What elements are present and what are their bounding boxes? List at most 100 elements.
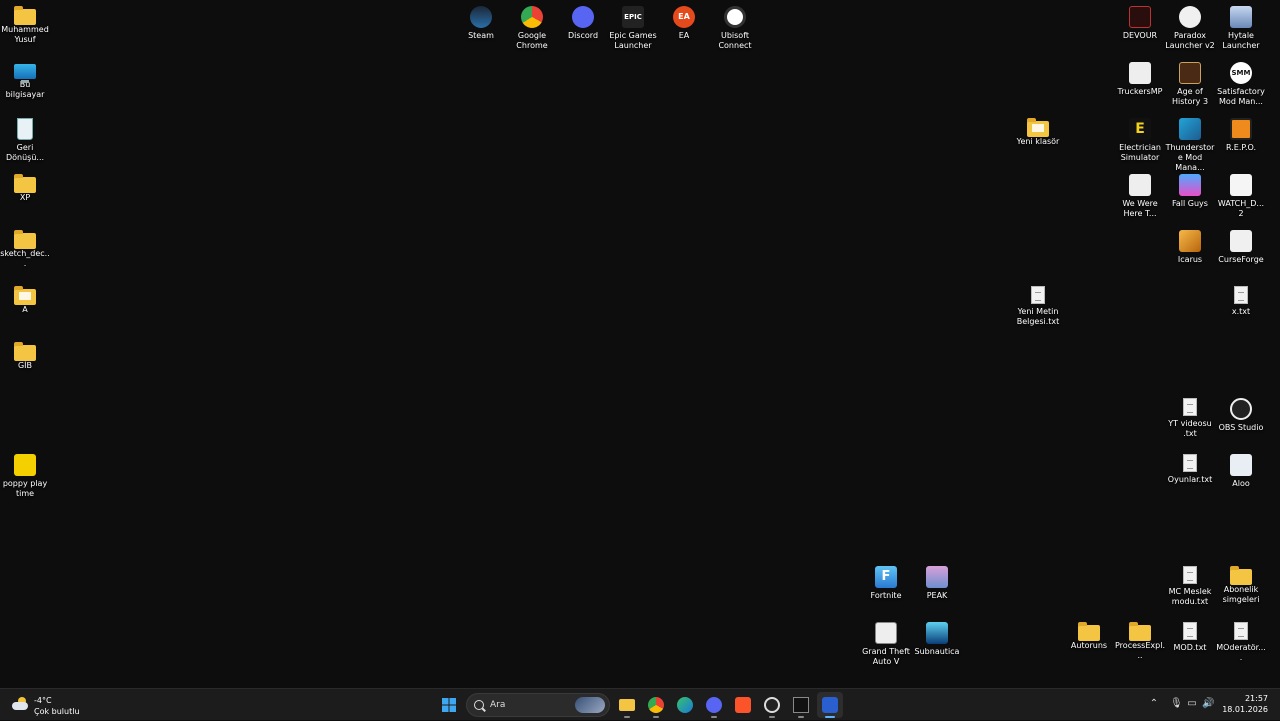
text-file-icon [1183,622,1197,640]
desktop-icon-fall-guys[interactable]: Fall Guys [1165,174,1215,209]
ea-icon: EA [673,6,695,28]
thunderstore-icon [1179,118,1201,140]
desktop-icon-yt-videosu[interactable]: YT videosu .txt [1165,398,1215,439]
desktop-icon-moderator[interactable]: MOderatör.... [1216,622,1266,663]
desktop-icon-sketch[interactable]: sketch_dec... [0,230,50,269]
desktop-icon-devour[interactable]: DEVOUR [1115,6,1165,41]
fall-guys-icon [1179,174,1201,196]
computer-icon [14,64,36,83]
desktop-icon-watch-dogs[interactable]: WATCH_D... 2 [1216,174,1266,219]
desktop-icon-icarus[interactable]: Icarus [1165,230,1215,265]
desktop-icon-subnautica[interactable]: Subnautica [912,622,962,657]
discord-icon [706,697,722,713]
obs-icon [764,697,780,713]
aloo-icon [1230,454,1252,476]
desktop-icon-peak[interactable]: PEAK [912,566,962,601]
system-tray: ⌃ 🎙 ▭ 🔊 21:57 18.01.2026 [1140,689,1280,721]
clock[interactable]: 21:57 18.01.2026 [1222,693,1268,715]
desktop-icon-autoruns[interactable]: Autoruns [1064,622,1114,651]
desktop-icon-age-of-history[interactable]: Age of History 3 [1165,62,1215,107]
desktop-icon-a[interactable]: A [0,286,50,315]
desktop-icon-poppy-playtime[interactable]: poppy play time [0,454,50,499]
text-file-icon [1183,398,1197,416]
desktop-icon-processexpl[interactable]: ProcessExpl... [1115,622,1165,661]
steam-icon [470,6,492,28]
search-placeholder: Ara [490,700,506,710]
desktop-icon-repo[interactable]: R.E.P.O. [1216,118,1266,153]
desktop-icon-discord[interactable]: Discord [558,6,608,41]
desktop-icon-bu-bilgisayar[interactable]: Bu bilgisayar [0,62,50,100]
curseforge-icon [1230,230,1252,252]
desktop-icon-x-txt[interactable]: x.txt [1216,286,1266,317]
satisfactory-mod-icon: SMM [1230,62,1252,84]
desktop-icon-steam[interactable]: Steam [456,6,506,41]
text-file-icon [1234,286,1248,304]
desktop-icon-paradox[interactable]: Paradox Launcher v2 [1165,6,1215,51]
desktop-icon-fortnite[interactable]: F Fortnite [861,566,911,601]
desktop-icon-we-were-here[interactable]: We Were Here T... [1115,174,1165,219]
search-box[interactable]: Ara [466,693,610,717]
file-explorer-icon [619,699,635,711]
desktop-icon-yeni-klasor[interactable]: Yeni klasör [1013,118,1063,147]
epic-icon [793,697,809,713]
desktop-icon-chrome[interactable]: Google Chrome [507,6,557,51]
desktop-icon-mod-txt[interactable]: MOD.txt [1165,622,1215,653]
desktop-icon-satisfactory-mod[interactable]: SMM Satisfactory Mod Man... [1216,62,1266,107]
chrome-icon [521,6,543,28]
weather-temp: -4°C [34,696,52,705]
desktop-icon-yeni-metin[interactable]: Yeni Metin Belgesi.txt [1013,286,1063,327]
desktop-icon-truckersmp[interactable]: TruckersMP [1115,62,1165,97]
taskbar-edge[interactable] [672,692,698,718]
obs-icon [1230,398,1252,420]
desktop-icon-xp[interactable]: XP [0,174,50,203]
desktop-icon-gib[interactable]: GİB [0,342,50,371]
gta-icon [875,622,897,644]
taskbar-epic[interactable] [788,692,814,718]
desktop-icon-hytale[interactable]: Hytale Launcher [1216,6,1266,51]
folder-icon [14,174,36,193]
taskbar-chrome[interactable] [643,692,669,718]
desktop-icon-ubisoft[interactable]: Ubisoft Connect [710,6,760,51]
weather-condition: Çok bulutlu [34,707,80,716]
desktop-icon-epic-games[interactable]: EPIC Epic Games Launcher [608,6,658,51]
paradox-icon [1179,6,1201,28]
start-button[interactable] [436,692,462,718]
folder-icon [1230,566,1252,585]
clock-date: 18.01.2026 [1222,705,1268,714]
recycle-bin-icon [17,118,33,140]
volume-icon[interactable]: 🔊 [1202,698,1214,710]
folder-icon [14,6,36,25]
chevron-up-icon[interactable]: ⌃ [1148,698,1160,710]
desktop-icon-obs[interactable]: OBS Studio [1216,398,1266,433]
network-icon[interactable]: ▭ [1186,698,1198,710]
microphone-icon[interactable]: 🎙 [1170,698,1183,710]
folder-icon [1129,622,1151,641]
desktop-icon-curseforge[interactable]: CurseForge [1216,230,1266,265]
brave-icon [735,697,751,713]
icarus-icon [1179,230,1201,252]
folder-icon [1078,622,1100,641]
desktop-icon-thunderstore[interactable]: Thunderstore Mod Mana... [1165,118,1215,173]
desktop-icon-oyunlar[interactable]: Oyunlar.txt [1165,454,1215,485]
desktop-icon-gta[interactable]: Grand Theft Auto V [861,622,911,667]
desktop: Muhammed Yusuf Bu bilgisayar Geri Dönüşü… [0,0,1280,688]
watch-dogs-icon [1230,174,1252,196]
desktop-icon-ea[interactable]: EA EA [659,6,709,41]
desktop-icon-muhammed-yusuf[interactable]: Muhammed Yusuf [0,6,50,45]
taskbar-active-app[interactable] [817,692,843,718]
text-file-icon [1031,286,1045,304]
desktop-icon-recycle-bin[interactable]: Geri Dönüşü... [0,118,50,163]
taskbar: -4°C Çok bulutlu Ara ⌃ 🎙 ▭ 🔊 21:57 18.01… [0,688,1280,720]
active-app-icon [822,697,838,713]
desktop-icon-abonelik[interactable]: Abonelik simgeleri [1216,566,1266,605]
taskbar-brave[interactable] [730,692,756,718]
desktop-icon-mc-meslek[interactable]: MC Meslek modu.txt [1165,566,1215,607]
desktop-icon-aloo[interactable]: Aloo [1216,454,1266,489]
taskbar-obs[interactable] [759,692,785,718]
truckersmp-icon [1129,62,1151,84]
taskbar-file-explorer[interactable] [614,692,640,718]
text-file-icon [1183,566,1197,584]
chrome-icon [648,697,664,713]
desktop-icon-electrician[interactable]: E Electrician Simulator [1115,118,1165,163]
taskbar-discord[interactable] [701,692,727,718]
